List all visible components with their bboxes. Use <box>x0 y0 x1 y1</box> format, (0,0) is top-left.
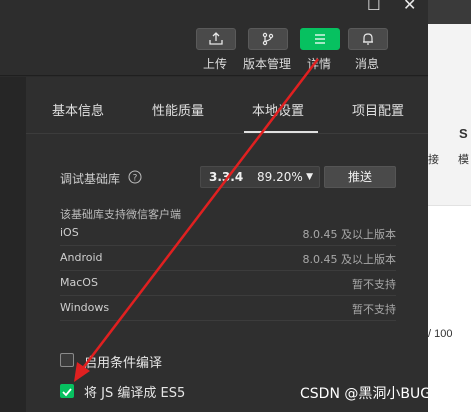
client-row: iOS 8.0.45 及以上版本 <box>60 221 396 246</box>
upload-button[interactable] <box>196 28 236 50</box>
svg-text:?: ? <box>133 174 138 184</box>
maximize-icon[interactable]: ☐ <box>367 0 380 14</box>
tab-basic-info[interactable]: 基本信息 <box>52 100 104 119</box>
background-page: S 接 模 / 100 <box>428 0 471 412</box>
watermark: CSDN @黑洞小BUG <box>300 386 432 402</box>
close-icon[interactable]: ✕ <box>403 0 416 14</box>
tab-project-config[interactable]: 项目配置 <box>352 100 404 119</box>
message-button[interactable] <box>348 28 388 50</box>
lib-coverage: 89.20% <box>257 170 303 184</box>
background-panel: / 100 <box>428 205 471 412</box>
push-button[interactable]: 推送 <box>324 166 396 188</box>
check-icon <box>62 388 72 397</box>
client-row: MacOS 暂不支持 <box>60 271 396 296</box>
detail-window-header: ☐ ✕ 上传 版本管理 详情 消息 <box>0 0 428 76</box>
background-label: 模 <box>458 154 469 166</box>
conditional-compile-label[interactable]: 启用条件编译 <box>84 352 162 371</box>
background-label: S <box>459 126 468 141</box>
tabs-divider <box>26 133 428 134</box>
background-topbar <box>428 0 471 24</box>
tab-performance[interactable]: 性能质量 <box>152 100 204 119</box>
debug-lib-label: 调试基础库 <box>60 172 121 186</box>
version-management-label: 版本管理 <box>243 57 292 71</box>
debug-lib-select[interactable]: 3.3.4 89.20% ▼ <box>200 166 320 188</box>
background-label: 接 <box>428 154 439 166</box>
detail-button[interactable] <box>300 28 340 50</box>
detail-label: 详情 <box>307 57 332 71</box>
client-row: Windows 暂不支持 <box>60 296 396 321</box>
lib-version: 3.3.4 <box>209 170 244 184</box>
upload-label: 上传 <box>203 57 228 71</box>
branch-icon <box>262 32 274 46</box>
tab-local-settings[interactable]: 本地设置 <box>252 100 304 119</box>
bell-icon <box>363 33 373 45</box>
left-strip <box>0 77 26 412</box>
version-management-button[interactable] <box>248 28 288 50</box>
support-title: 该基础库支持微信客户端 <box>60 208 181 221</box>
dropdown-arrow-icon: ▼ <box>306 172 313 182</box>
client-row: Android 8.0.45 及以上版本 <box>60 246 396 271</box>
upload-icon <box>209 32 223 45</box>
message-label: 消息 <box>355 57 380 71</box>
detail-panel: 基本信息 性能质量 本地设置 项目配置 调试基础库 ? 3.3.4 89.20%… <box>26 77 428 412</box>
background-progress-label: / 100 <box>428 328 453 340</box>
conditional-compile-checkbox[interactable] <box>60 353 74 367</box>
help-icon[interactable]: ? <box>128 170 142 184</box>
es5-compile-checkbox[interactable] <box>60 384 74 398</box>
menu-icon <box>315 34 325 44</box>
es5-compile-label[interactable]: 将 JS 编译成 ES5 <box>84 382 185 401</box>
